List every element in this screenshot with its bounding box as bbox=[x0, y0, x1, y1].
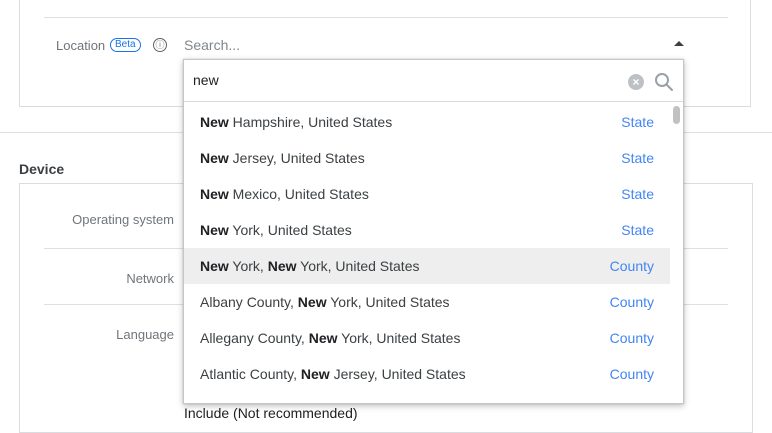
result-name: New Jersey, United States bbox=[200, 150, 365, 166]
result-type: County bbox=[609, 330, 654, 346]
include-option[interactable]: Include (Not recommended) bbox=[184, 405, 358, 421]
result-name: Allegany County, New York, United States bbox=[200, 330, 461, 346]
result-type: State bbox=[621, 186, 654, 202]
operating-system-label: Operating system bbox=[72, 212, 174, 227]
location-label: Location bbox=[56, 38, 106, 53]
location-search-placeholder[interactable]: Search... bbox=[184, 37, 240, 53]
result-name: Albany County, New York, United States bbox=[200, 294, 450, 310]
result-item[interactable]: Albany County, New York, United States C… bbox=[184, 284, 670, 320]
search-icon[interactable] bbox=[654, 72, 674, 92]
result-item[interactable]: New Hampshire, United States State bbox=[184, 104, 670, 140]
result-item[interactable]: Atlantic County, New Jersey, United Stat… bbox=[184, 356, 670, 392]
result-type: State bbox=[621, 114, 654, 130]
result-type: County bbox=[609, 366, 654, 382]
result-item-highlighted[interactable]: New York, New York, United States County bbox=[184, 248, 670, 284]
info-icon[interactable]: ⓘ bbox=[153, 38, 167, 52]
divider bbox=[44, 17, 728, 18]
results-list: New Hampshire, United States State New J… bbox=[184, 104, 670, 392]
result-item[interactable]: New Jersey, United States State bbox=[184, 140, 670, 176]
result-type: State bbox=[621, 222, 654, 238]
caret-up-icon[interactable] bbox=[674, 41, 684, 46]
result-item[interactable]: New Mexico, United States State bbox=[184, 176, 670, 212]
scrollbar-track[interactable] bbox=[671, 104, 683, 403]
beta-badge: Beta bbox=[110, 38, 141, 52]
language-label: Language bbox=[116, 327, 174, 342]
network-label: Network bbox=[126, 271, 174, 286]
location-dropdown: new × New Hampshire, United States State… bbox=[183, 59, 684, 404]
scrollbar-thumb[interactable] bbox=[673, 106, 680, 124]
result-item[interactable]: Allegany County, New York, United States… bbox=[184, 320, 670, 356]
result-name: Atlantic County, New Jersey, United Stat… bbox=[200, 366, 466, 382]
result-name: New Hampshire, United States bbox=[200, 114, 393, 130]
dropdown-search-bar: new × bbox=[184, 60, 683, 102]
result-item[interactable]: New York, United States State bbox=[184, 212, 670, 248]
result-name: New York, United States bbox=[200, 222, 352, 238]
clear-icon[interactable]: × bbox=[628, 74, 644, 90]
result-type: State bbox=[621, 150, 654, 166]
result-type: County bbox=[609, 258, 654, 274]
dropdown-search-input[interactable]: new bbox=[193, 72, 219, 88]
device-section-title: Device bbox=[19, 161, 65, 177]
result-type: County bbox=[609, 294, 654, 310]
result-name: New Mexico, United States bbox=[200, 186, 369, 202]
result-name: New York, New York, United States bbox=[200, 258, 420, 274]
